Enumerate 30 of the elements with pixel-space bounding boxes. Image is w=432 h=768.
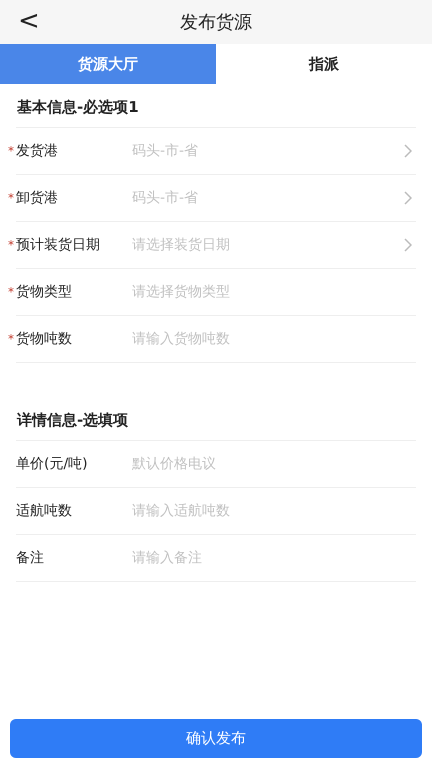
- back-button[interactable]: <: [14, 6, 44, 36]
- field-label: 备注: [16, 549, 44, 567]
- required-mark: *: [8, 238, 15, 252]
- field-label: 卸货港: [16, 189, 58, 207]
- section-title: 基本信息-必选项1: [16, 97, 140, 118]
- required-mark: *: [8, 144, 15, 158]
- required-mark: *: [8, 285, 15, 299]
- input-field[interactable]: 请选择货物类型: [132, 284, 416, 300]
- field-label: 发货港: [16, 142, 58, 160]
- page-title: 发布货源: [180, 11, 252, 34]
- required-mark: *: [8, 191, 15, 205]
- field-label: 适航吨数: [16, 502, 72, 520]
- field-label: 单价(元/吨): [16, 455, 88, 473]
- submit-button[interactable]: 确认发布: [10, 719, 422, 758]
- section-title: 详情信息-选填项: [16, 410, 130, 431]
- chevron-right-icon: [404, 144, 412, 158]
- input-field[interactable]: 请输入货物吨数: [132, 331, 416, 347]
- input-field[interactable]: 请输入备注: [132, 550, 416, 566]
- tab[interactable]: 货源大厅: [0, 44, 216, 84]
- required-mark: *: [8, 332, 15, 346]
- select-field[interactable]: 请选择装货日期: [132, 237, 404, 253]
- select-field[interactable]: 码头-市-省: [132, 143, 404, 159]
- field-label: 预计装货日期: [16, 236, 100, 254]
- chevron-right-icon: [404, 191, 412, 205]
- field-label: 货物类型: [16, 283, 72, 301]
- input-field[interactable]: 请输入适航吨数: [132, 503, 416, 519]
- input-field[interactable]: 默认价格电议: [132, 456, 416, 472]
- field-label: 货物吨数: [16, 330, 72, 348]
- chevron-right-icon: [404, 238, 412, 252]
- select-field[interactable]: 码头-市-省: [132, 190, 404, 206]
